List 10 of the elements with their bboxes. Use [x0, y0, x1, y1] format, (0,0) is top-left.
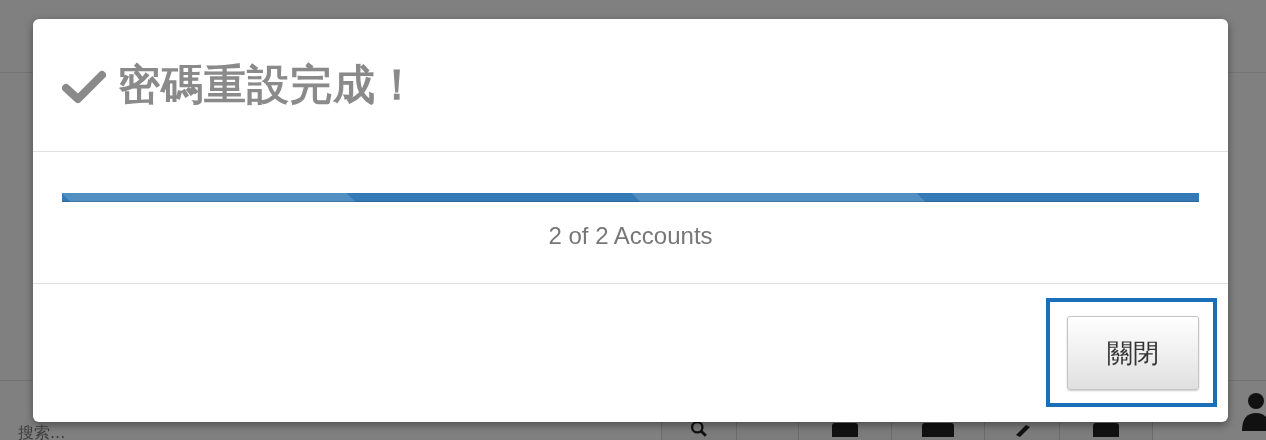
search-icon [691, 421, 707, 437]
square-icon [1093, 423, 1119, 437]
square-icon [922, 423, 954, 437]
progress-label: 2 of 2 Accounts [547, 222, 714, 250]
check-icon [62, 70, 106, 104]
pencil-icon [1014, 425, 1030, 437]
close-button[interactable]: 關閉 [1067, 316, 1199, 390]
dialog-title: 密碼重設完成！ [118, 60, 419, 110]
user-icon[interactable] [1242, 391, 1266, 431]
square-icon [832, 423, 858, 437]
